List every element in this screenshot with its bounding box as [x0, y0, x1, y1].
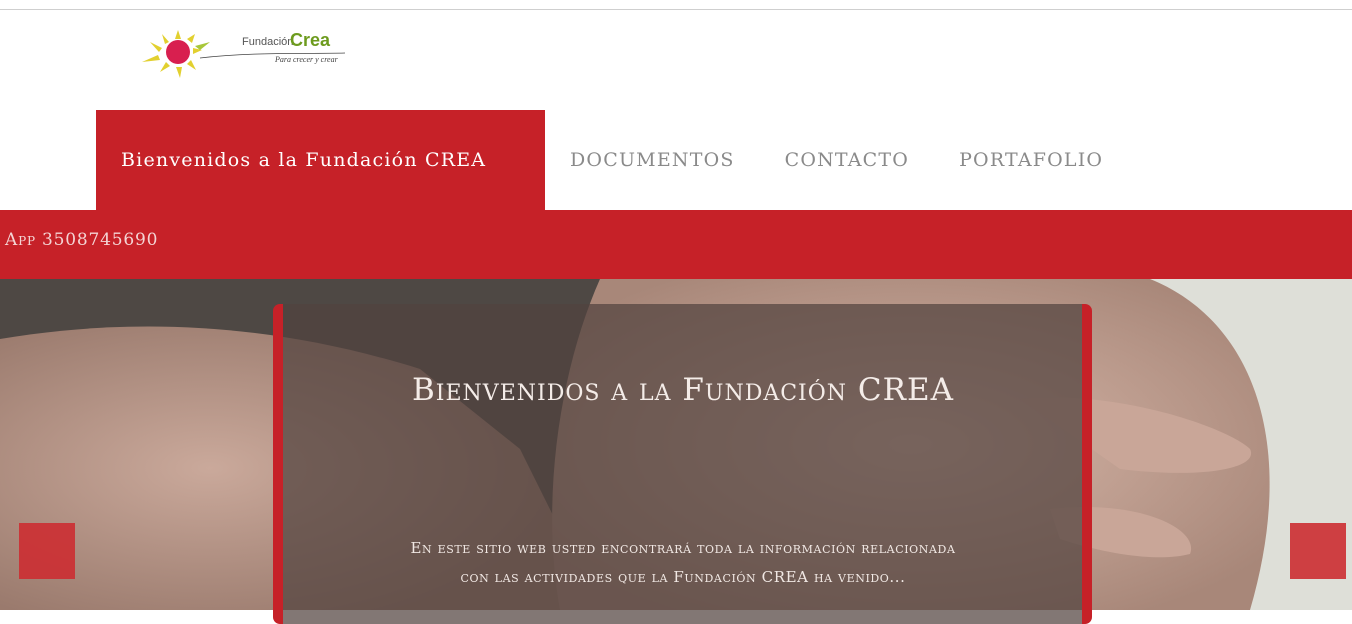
nav-item-documentos[interactable]: DOCUMENTOS — [545, 110, 760, 210]
contact-bar: App 3508745690 — [0, 210, 1352, 279]
nav-item-home[interactable]: Bienvenidos a la Fundación CREA — [96, 110, 545, 210]
hero-caption-card: Bienvenidos a la Fundación CREA En este … — [273, 304, 1092, 624]
nav-item-portafolio[interactable]: PORTAFOLIO — [934, 110, 1128, 210]
logo-underline — [199, 52, 346, 59]
hero-description: En este sitio web usted encontrará toda … — [410, 539, 956, 586]
contact-phone: App 3508745690 — [5, 230, 159, 250]
slider-next-button[interactable] — [1290, 523, 1346, 579]
site-logo[interactable]: Fundación Crea Para crecer y crear — [140, 28, 370, 86]
top-divider — [0, 9, 1352, 10]
slider-prev-button[interactable] — [19, 523, 75, 579]
main-nav: Bienvenidos a la Fundación CREA DOCUMENT… — [96, 110, 1128, 210]
nav-item-contacto[interactable]: CONTACTO — [760, 110, 934, 210]
hero-title: Bienvenidos a la Fundación CREA — [412, 372, 954, 408]
